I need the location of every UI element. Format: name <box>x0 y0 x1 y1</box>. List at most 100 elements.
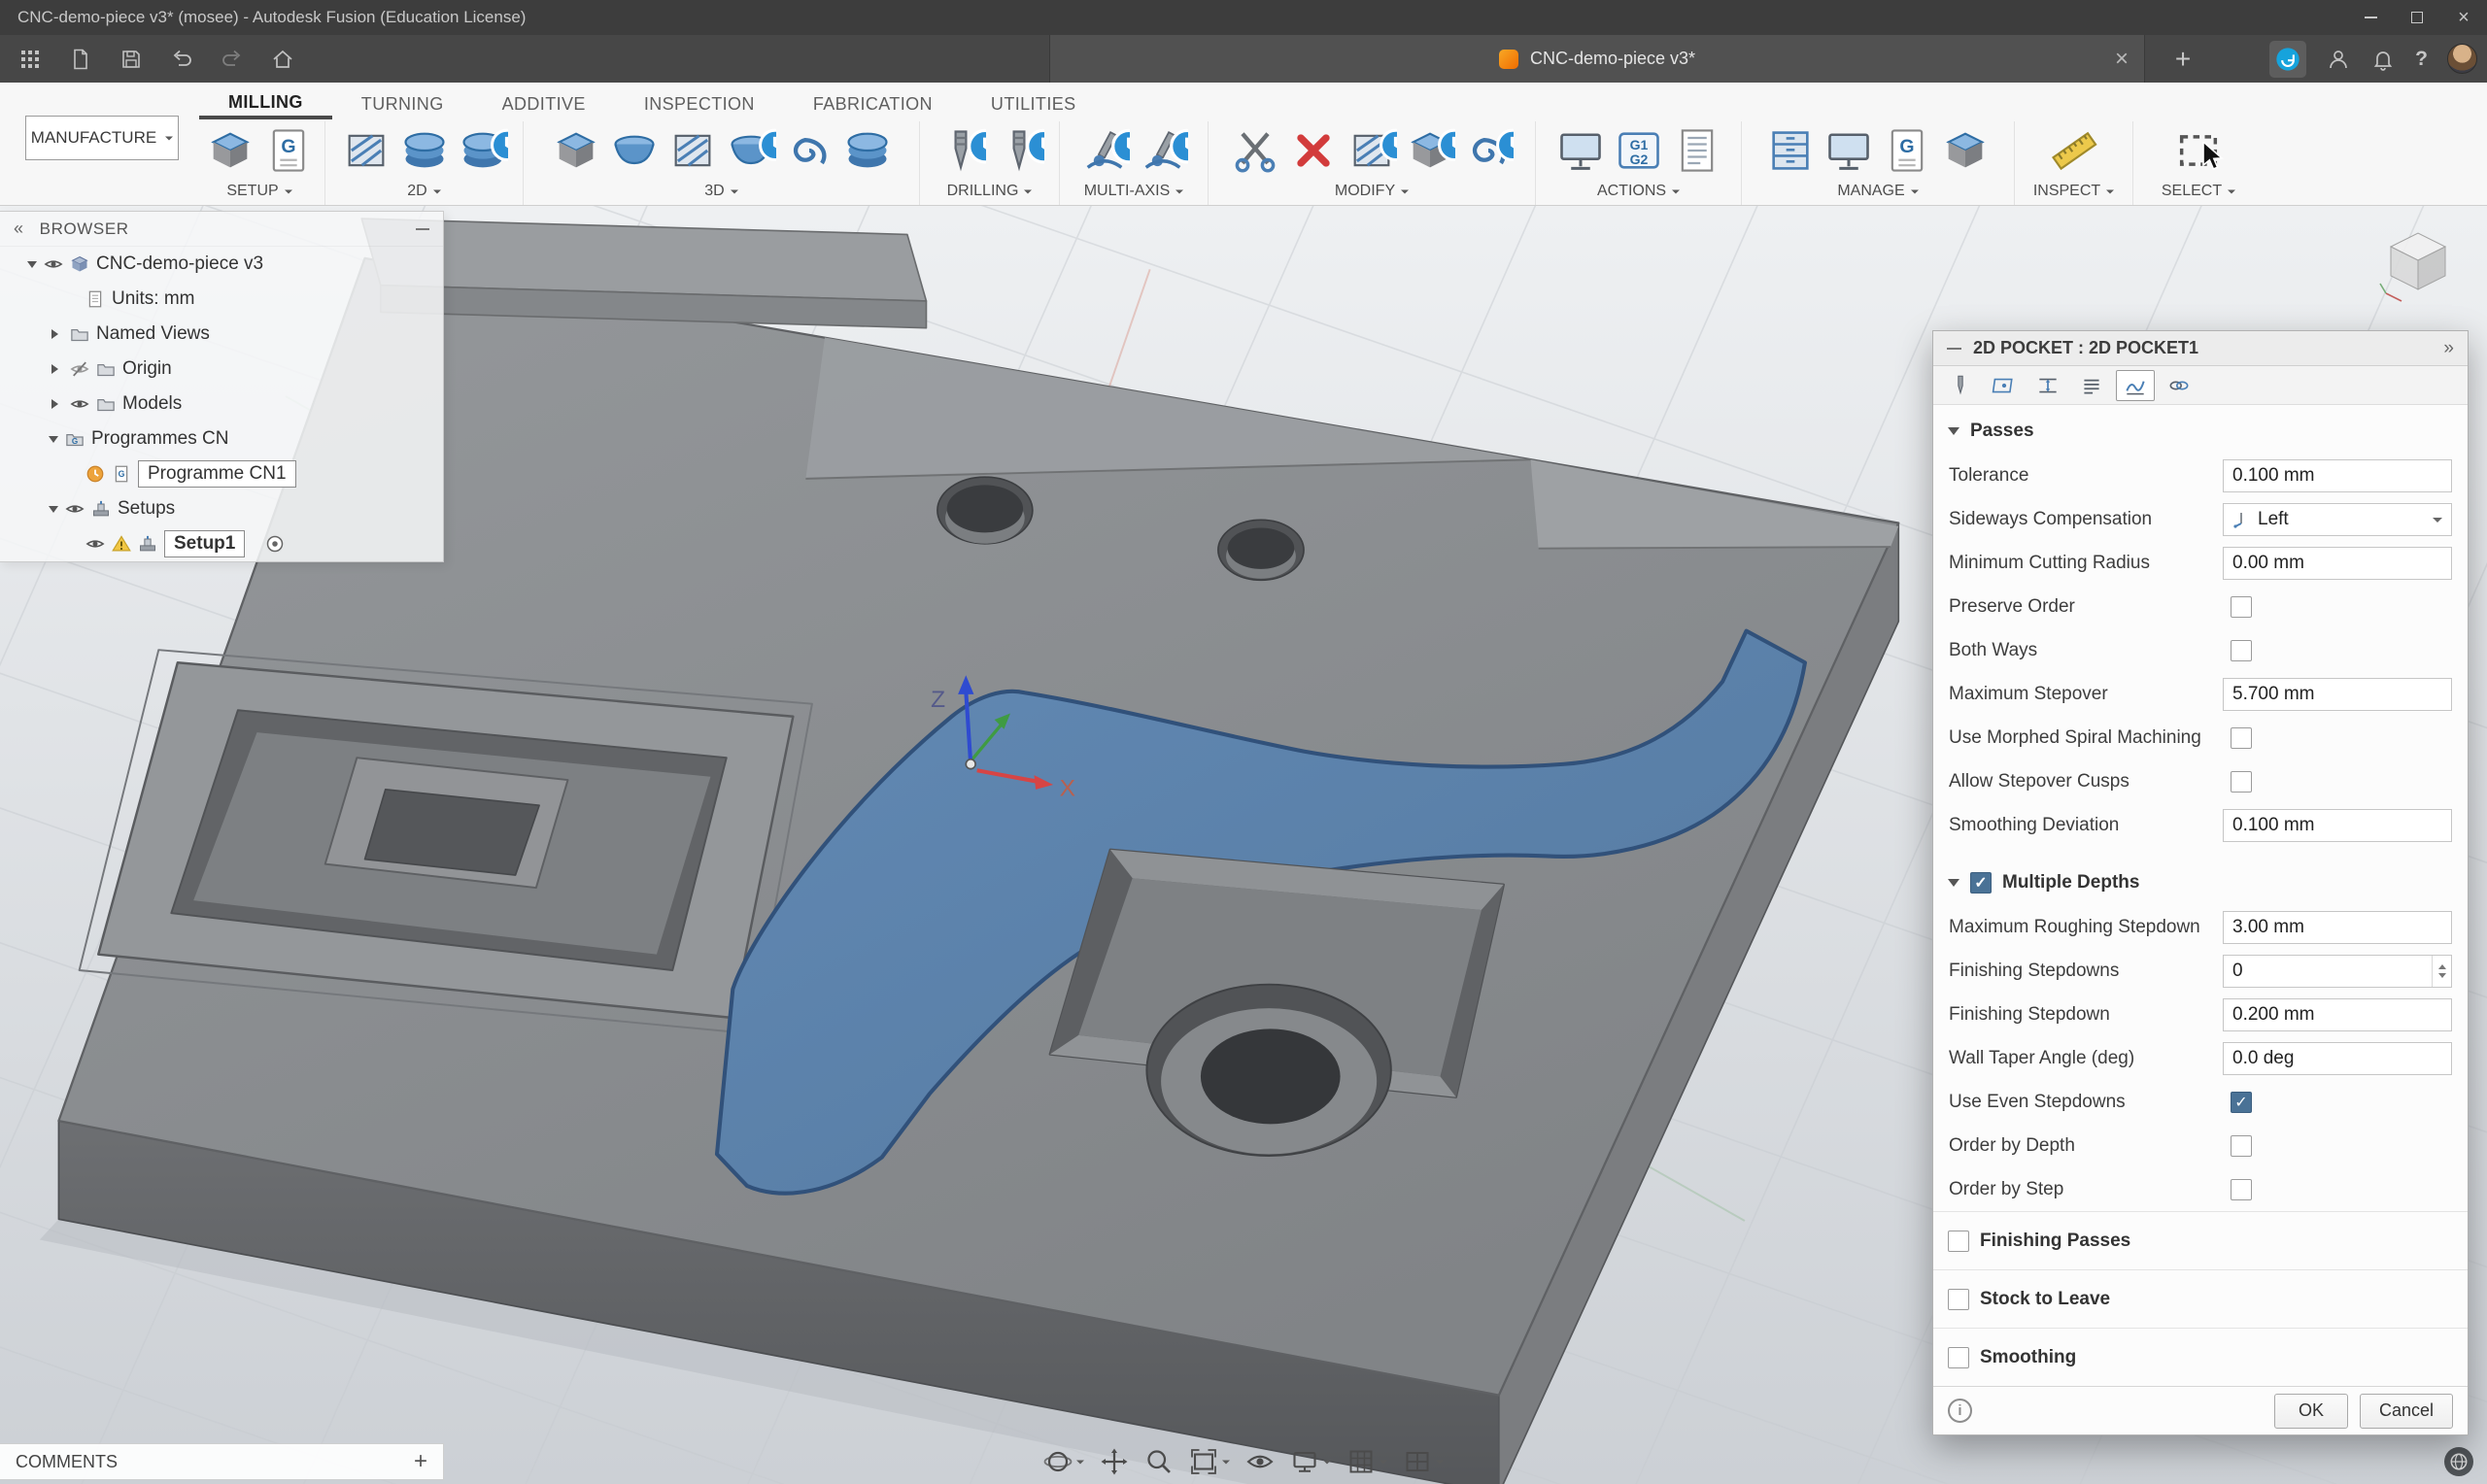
nc-program-icon[interactable] <box>263 125 314 176</box>
dialog-drag-handle-icon[interactable] <box>1947 347 1961 350</box>
setup-new-icon[interactable] <box>205 125 256 176</box>
tree-item-setups[interactable]: Setups <box>0 491 443 526</box>
swarf-op-icon[interactable] <box>1079 125 1130 176</box>
eye-off-icon[interactable] <box>70 359 89 379</box>
tab-tool[interactable] <box>1941 370 1980 401</box>
parallel-op-icon[interactable] <box>667 125 718 176</box>
redo-icon[interactable] <box>220 47 245 72</box>
task-manager-icon[interactable] <box>1823 125 1874 176</box>
tree-item-programme-cn1[interactable]: Programme CN1 <box>0 456 443 491</box>
fit-button[interactable] <box>1189 1447 1230 1476</box>
eye-icon[interactable] <box>70 394 89 414</box>
tree-item-label-selected[interactable]: Setup1 <box>164 530 246 557</box>
cancel-button[interactable]: Cancel <box>2360 1393 2453 1429</box>
minimize-button[interactable] <box>2347 0 2394 35</box>
group-label-select[interactable]: SELECT <box>2162 180 2236 203</box>
home-icon[interactable] <box>270 47 295 72</box>
tab-heights[interactable] <box>2028 370 2067 401</box>
group-label-manage[interactable]: MANAGE <box>1837 180 1919 203</box>
expand-arrow-icon[interactable] <box>49 435 58 448</box>
dialog-expand-icon[interactable]: » <box>2443 338 2454 359</box>
group-label-drilling[interactable]: DRILLING <box>947 180 1033 203</box>
collapse-panel-icon[interactable]: « <box>14 219 24 239</box>
info-icon[interactable]: i <box>1948 1399 1972 1423</box>
tree-item-models[interactable]: Models <box>0 387 443 422</box>
finishing-stepdown-field[interactable]: 0.200 mm <box>2223 997 2452 1031</box>
preserve-order-checkbox[interactable] <box>2231 595 2252 618</box>
comments-bar[interactable]: COMMENTS + <box>0 1443 444 1480</box>
expand-arrow-icon[interactable] <box>49 505 58 518</box>
section-stock-to-leave[interactable]: Stock to Leave <box>1933 1269 2468 1328</box>
section-finishing-passes[interactable]: Finishing Passes <box>1933 1211 2468 1269</box>
2d-pocket-op-icon[interactable] <box>399 125 450 176</box>
tree-item-named-views[interactable]: Named Views <box>0 317 443 352</box>
bore-op-icon[interactable] <box>994 125 1044 176</box>
app-grid-icon[interactable] <box>17 47 43 72</box>
tree-item-setup1[interactable]: Setup1 <box>0 526 443 561</box>
section-expand-icon[interactable] <box>1948 427 1959 435</box>
expand-arrow-icon[interactable] <box>27 260 37 273</box>
user-avatar[interactable] <box>2447 44 2477 74</box>
use-even-stepdowns-checkbox[interactable]: ✓ <box>2231 1091 2252 1113</box>
order-by-step-checkbox[interactable] <box>2231 1178 2252 1200</box>
orbit-button[interactable] <box>1043 1447 1084 1476</box>
section-multiple-depths[interactable]: ✓ Multiple Depths <box>1933 860 2468 905</box>
maximum-roughing-stepdown-field[interactable]: 3.00 mm <box>2223 910 2452 944</box>
group-label-modify[interactable]: MODIFY <box>1335 180 1410 203</box>
close-button[interactable]: × <box>2440 0 2487 35</box>
tab-passes[interactable] <box>2116 369 2155 401</box>
viewports-button[interactable] <box>1403 1447 1444 1476</box>
machine-library-icon[interactable] <box>1940 125 1991 176</box>
tree-item-label-selected[interactable]: Programme CN1 <box>138 460 296 488</box>
spiral-op-icon[interactable] <box>784 125 835 176</box>
save-icon[interactable] <box>119 47 144 72</box>
pan-button[interactable] <box>1100 1447 1129 1476</box>
workspace-selector[interactable]: MANUFACTURE <box>25 116 179 160</box>
tolerance-field[interactable]: 0.100 mm <box>2223 458 2452 492</box>
file-menu-icon[interactable] <box>68 47 93 72</box>
collapse-arrow-icon[interactable] <box>51 399 63 409</box>
setup-sheet-icon[interactable] <box>1672 125 1722 176</box>
stepper-up-icon[interactable] <box>2437 961 2446 969</box>
job-status-globe-button[interactable] <box>2444 1447 2473 1476</box>
face-op-icon[interactable] <box>341 125 392 176</box>
smoothing-deviation-field[interactable]: 0.100 mm <box>2223 808 2452 842</box>
sideways-compensation-select[interactable]: Left <box>2223 502 2452 536</box>
tab-milling[interactable]: MILLING <box>199 88 332 119</box>
both-ways-checkbox[interactable] <box>2231 639 2252 661</box>
modify-op-icon[interactable] <box>1405 125 1455 176</box>
multiple-depths-checkbox[interactable]: ✓ <box>1970 872 1992 894</box>
measure-ruler-icon[interactable] <box>2049 125 2099 176</box>
tree-item-units[interactable]: Units: mm <box>0 282 443 317</box>
maximize-button[interactable] <box>2394 0 2440 35</box>
scallop-op-icon[interactable] <box>726 125 776 176</box>
rotary-op-icon[interactable] <box>1138 125 1188 176</box>
tab-utilities[interactable]: UTILITIES <box>962 88 1106 119</box>
profile-icon[interactable] <box>2326 47 2351 72</box>
job-status-button[interactable] <box>2269 40 2307 78</box>
tree-item-root[interactable]: CNC-demo-piece v3 <box>0 247 443 282</box>
drill-op-icon[interactable] <box>936 125 986 176</box>
zoom-button[interactable] <box>1144 1447 1174 1476</box>
morphed-spiral-op-icon[interactable] <box>842 125 893 176</box>
tab-inspection[interactable]: INSPECTION <box>615 88 784 119</box>
document-tab[interactable]: CNC-demo-piece v3* × <box>1049 35 2145 83</box>
dialog-header[interactable]: 2D POCKET : 2D POCKET1 » <box>1933 331 2468 366</box>
section-smoothing[interactable]: Smoothing <box>1933 1328 2468 1386</box>
help-icon[interactable]: ? <box>2415 48 2428 71</box>
new-tab-button[interactable]: + <box>2163 35 2203 83</box>
maximum-stepover-field[interactable]: 5.700 mm <box>2223 677 2452 711</box>
trim-op-icon[interactable] <box>1230 125 1280 176</box>
use-morphed-spiral-machining-checkbox[interactable] <box>2231 726 2252 749</box>
modify-op-icon[interactable] <box>1463 125 1514 176</box>
templates-icon[interactable] <box>1882 125 1932 176</box>
hole-small-2[interactable] <box>1217 519 1305 582</box>
section-passes[interactable]: Passes <box>1933 409 2468 454</box>
order-by-depth-checkbox[interactable] <box>2231 1134 2252 1157</box>
look-at-button[interactable] <box>1245 1447 1275 1476</box>
tool-library-icon[interactable] <box>1765 125 1816 176</box>
view-cube[interactable] <box>2378 221 2458 307</box>
smoothing-checkbox[interactable] <box>1948 1346 1969 1368</box>
document-tab-close-icon[interactable]: × <box>2115 35 2129 83</box>
collapse-arrow-icon[interactable] <box>51 364 63 374</box>
